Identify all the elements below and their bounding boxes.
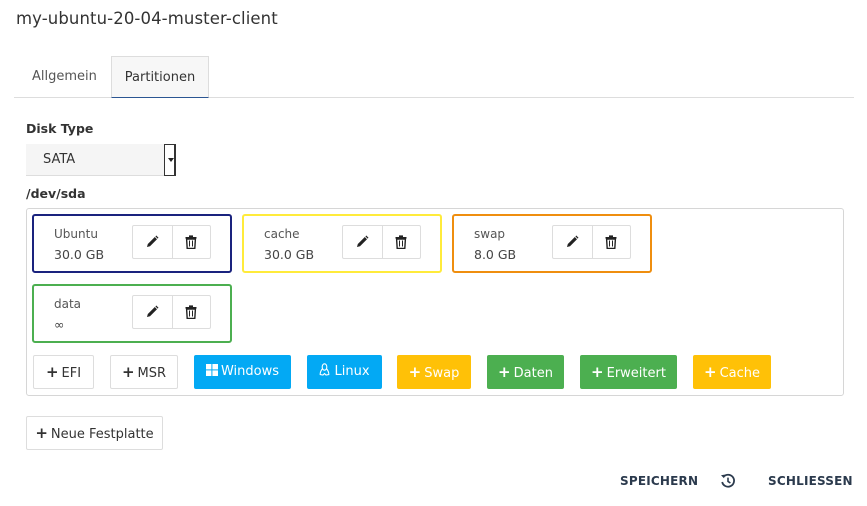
edit-partition-button[interactable] [343, 226, 382, 258]
delete-partition-button[interactable] [171, 226, 211, 258]
edit-partition-button[interactable] [133, 296, 172, 328]
partition-name: cache [264, 227, 300, 241]
plus-icon: + [498, 363, 511, 381]
close-button[interactable]: SCHLIESSEN [768, 474, 853, 488]
partition-size: 30.0 GB [264, 247, 315, 262]
partition-card-data: data ∞ [32, 284, 232, 343]
add-linux-label: Linux [334, 364, 370, 379]
disk-partition-panel: Ubuntu 30.0 GB cache 30.0 GB swap 8.0 GB [26, 208, 844, 396]
pencil-icon [147, 305, 159, 317]
plus-icon: + [35, 424, 48, 442]
trash-icon [185, 235, 197, 249]
tab-bar: Allgemein Partitionen [14, 56, 854, 98]
add-msr-label: MSR [137, 366, 167, 381]
tab-allgemein[interactable]: Allgemein [17, 56, 112, 98]
windows-icon [205, 364, 218, 376]
edit-partition-button[interactable] [133, 226, 172, 258]
plus-icon: + [121, 363, 135, 381]
add-swap-button[interactable]: + Swap [397, 355, 471, 389]
page-title: my-ubuntu-20-04-muster-client [16, 9, 278, 28]
add-daten-label: Daten [513, 366, 553, 381]
add-windows-label: Windows [220, 364, 280, 379]
partition-card-cache: cache 30.0 GB [242, 214, 442, 273]
partition-size: 30.0 GB [54, 247, 105, 262]
new-disk-button[interactable]: + Neue Festplatte [26, 416, 163, 450]
history-icon [721, 473, 735, 488]
partition-name: swap [474, 227, 506, 241]
partition-name: Ubuntu [54, 227, 98, 241]
add-cache-button[interactable]: + Cache [693, 355, 771, 389]
add-linux-button[interactable]: Linux [307, 355, 382, 389]
delete-partition-button[interactable] [381, 226, 421, 258]
edit-partition-button[interactable] [553, 226, 592, 258]
partition-card-swap: swap 8.0 GB [452, 214, 652, 273]
add-erweitert-button[interactable]: + Erweitert [580, 355, 677, 389]
partition-actions [342, 225, 421, 259]
dropdown-arrow-icon[interactable] [164, 144, 176, 176]
save-button[interactable]: SPEICHERN [620, 474, 698, 488]
history-button[interactable] [720, 473, 736, 489]
add-erweitert-label: Erweitert [606, 366, 666, 381]
partition-size: 8.0 GB [474, 247, 517, 262]
disk-type-value: SATA [43, 152, 76, 167]
partition-card-ubuntu: Ubuntu 30.0 GB [32, 214, 232, 273]
delete-partition-button[interactable] [171, 296, 211, 328]
plus-icon: + [703, 363, 717, 381]
linux-icon [320, 363, 330, 376]
plus-icon: + [591, 363, 604, 381]
pencil-icon [567, 235, 579, 247]
partition-actions [132, 225, 211, 259]
delete-partition-button[interactable] [591, 226, 631, 258]
device-label: /dev/sda [26, 186, 86, 201]
add-daten-button[interactable]: + Daten [487, 355, 564, 389]
pencil-icon [147, 235, 159, 247]
add-msr-button[interactable]: + MSR [110, 355, 178, 389]
plus-icon: + [45, 363, 59, 381]
partition-size: ∞ [54, 317, 65, 332]
partition-name: data [54, 297, 82, 311]
partition-actions [132, 295, 211, 329]
add-efi-button[interactable]: + EFI [33, 355, 94, 389]
tab-partitionen[interactable]: Partitionen [111, 56, 209, 98]
trash-icon [605, 235, 617, 249]
plus-icon: + [408, 363, 422, 381]
add-swap-label: Swap [424, 366, 460, 381]
new-disk-label: Neue Festplatte [50, 427, 154, 442]
add-cache-label: Cache [719, 366, 760, 381]
add-windows-button[interactable]: Windows [194, 355, 291, 389]
add-efi-label: EFI [61, 366, 82, 381]
pencil-icon [357, 235, 369, 247]
trash-icon [395, 235, 407, 249]
trash-icon [185, 305, 197, 319]
disk-type-label: Disk Type [26, 121, 94, 136]
partition-actions [552, 225, 631, 259]
disk-type-select[interactable]: SATA [26, 144, 176, 176]
